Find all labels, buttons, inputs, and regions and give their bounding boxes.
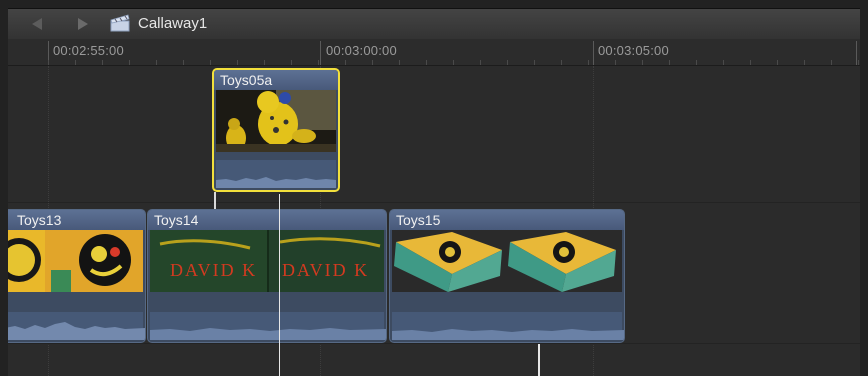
clip-name: Toys13 <box>17 212 62 228</box>
clip-thumbnail <box>216 90 336 152</box>
ruler-minor-tick <box>642 60 643 65</box>
ruler-minor-tick <box>156 60 157 65</box>
ruler-minor-tick <box>399 60 400 65</box>
clip-thumbnail <box>8 230 143 292</box>
clip-toys13[interactable]: Toys13 <box>8 209 146 343</box>
clip-toys14[interactable]: Toys14 DAVID K DAVID K <box>147 209 387 343</box>
ruler-minor-tick <box>669 60 670 65</box>
ruler-minor-tick <box>480 60 481 65</box>
ruler-minor-tick <box>858 60 859 65</box>
connected-clip-toys05a[interactable]: Toys05a <box>212 68 340 192</box>
ruler-minor-tick <box>75 60 76 65</box>
thumbnail-text: DAVID K <box>170 260 258 280</box>
ruler-minor-tick <box>345 60 346 65</box>
ruler-minor-tick <box>615 60 616 65</box>
toy-box-thumbnail <box>392 230 622 292</box>
lane-divider <box>8 343 860 344</box>
ruler-tick <box>320 41 321 65</box>
audio-waveform <box>150 312 386 340</box>
ruler-timecode-2: 00:03:00:00 <box>326 43 397 58</box>
sun-face-thumbnail <box>8 230 143 292</box>
ruler-minor-tick <box>264 60 265 65</box>
toy-bear-thumbnail <box>216 90 336 152</box>
ruler-minor-tick <box>291 60 292 65</box>
ruler-timecode-3: 00:03:05:00 <box>598 43 669 58</box>
ruler-minor-tick <box>237 60 238 65</box>
forward-arrow-icon <box>78 18 88 30</box>
ruler-minor-tick <box>210 60 211 65</box>
ruler-minor-tick <box>831 60 832 65</box>
timecode-ruler[interactable]: 00:02:55:00 00:03:00:00 00:03:05:00 <box>8 39 860 66</box>
playhead[interactable] <box>538 344 540 376</box>
ruler-minor-tick <box>507 60 508 65</box>
ruler-minor-tick <box>426 60 427 65</box>
thumbnail-text: DAVID K <box>282 260 370 280</box>
clip-toys15[interactable]: Toys15 <box>389 209 625 343</box>
skimmer-line[interactable] <box>279 194 280 376</box>
forward-button[interactable] <box>68 15 98 33</box>
ruler-minor-tick <box>534 60 535 65</box>
timeline-window: Callaway1 00:02:55:00 00:03:00:00 00:03:… <box>8 8 860 376</box>
ruler-minor-tick <box>183 60 184 65</box>
clip-name: Toys05a <box>220 72 273 88</box>
back-arrow-icon <box>32 18 42 30</box>
audio-waveform <box>392 312 624 340</box>
lane-divider <box>8 202 860 203</box>
clapperboard-icon <box>110 14 130 32</box>
ruler-minor-tick <box>750 60 751 65</box>
ruler-minor-tick <box>777 60 778 65</box>
ruler-tick <box>593 41 594 65</box>
clip-name: Toys14 <box>154 212 199 228</box>
project-title: Callaway1 <box>138 15 208 32</box>
ruler-minor-tick <box>102 60 103 65</box>
ruler-minor-tick <box>318 60 319 65</box>
audio-waveform <box>216 160 336 188</box>
clip-thumbnail: DAVID K DAVID K <box>150 230 384 292</box>
ruler-minor-tick <box>129 60 130 65</box>
ruler-minor-tick <box>804 60 805 65</box>
ruler-minor-tick <box>48 60 49 65</box>
ruler-minor-tick <box>696 60 697 65</box>
ruler-minor-tick <box>561 60 562 65</box>
ruler-minor-tick <box>723 60 724 65</box>
ruler-minor-tick <box>453 60 454 65</box>
audio-waveform <box>8 312 145 340</box>
back-button[interactable] <box>22 15 52 33</box>
ruler-timecode-1: 00:02:55:00 <box>53 43 124 58</box>
clip-name: Toys15 <box>396 212 441 228</box>
ruler-minor-tick <box>588 60 589 65</box>
ruler-minor-tick <box>372 60 373 65</box>
timeline-toolbar: Callaway1 <box>8 9 860 40</box>
ruler-tick <box>856 41 857 65</box>
timeline-lanes[interactable]: Toys05a Toys13 Toys14 DAVID K DAVID K To… <box>8 66 860 376</box>
clip-thumbnail <box>392 230 622 292</box>
